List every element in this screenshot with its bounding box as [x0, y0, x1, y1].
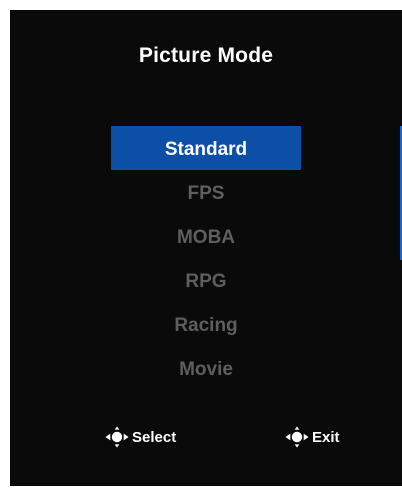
menu-item-rpg[interactable]: RPG	[111, 258, 301, 302]
osd-panel: Picture Mode Standard FPS MOBA RPG Racin…	[10, 10, 402, 486]
joystick-left-icon	[285, 426, 309, 448]
menu-item-fps[interactable]: FPS	[111, 170, 301, 214]
menu-item-racing[interactable]: Racing	[111, 302, 301, 346]
exit-hint[interactable]: Exit	[284, 426, 340, 448]
menu-item-movie[interactable]: Movie	[111, 346, 301, 390]
select-hint-label: Select	[132, 428, 177, 446]
menu-item-standard[interactable]: Standard	[111, 126, 301, 170]
joystick-left-right-icon	[105, 426, 129, 448]
picture-mode-list: Standard FPS MOBA RPG Racing Movie	[111, 126, 301, 390]
exit-hint-label: Exit	[312, 428, 340, 446]
menu-item-moba[interactable]: MOBA	[111, 214, 301, 258]
control-hints: Select Exit	[10, 426, 402, 448]
page-title: Picture Mode	[138, 44, 274, 67]
select-hint[interactable]: Select	[104, 426, 176, 448]
